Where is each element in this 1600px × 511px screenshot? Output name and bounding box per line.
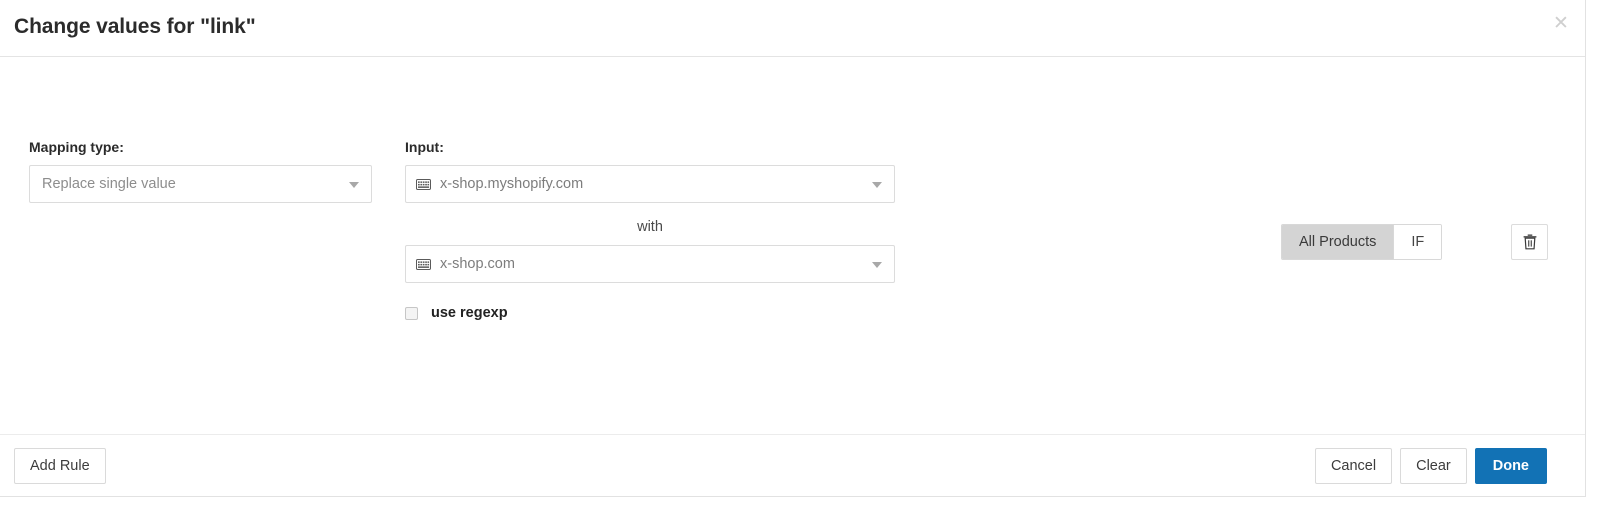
cancel-button[interactable]: Cancel — [1314, 448, 1393, 484]
input-to-value: x-shop.com — [440, 256, 515, 272]
keyboard-icon — [416, 258, 431, 270]
modal-body: Mapping type: Replace single value Input… — [0, 57, 1585, 434]
clear-button[interactable]: Clear — [1400, 448, 1467, 484]
scope-all-products-button[interactable]: All Products — [1282, 225, 1394, 259]
done-button[interactable]: Done — [1474, 448, 1547, 484]
mapping-type-group: Mapping type: Replace single value — [29, 139, 372, 203]
chevron-down-icon — [349, 182, 359, 188]
delete-rule-button[interactable] — [1511, 224, 1548, 260]
use-regexp-row: use regexp — [405, 305, 895, 321]
close-icon[interactable]: ✕ — [1549, 12, 1573, 36]
input-label: Input: — [405, 139, 444, 155]
input-from-field[interactable]: x-shop.myshopify.com — [405, 165, 895, 203]
mapping-type-label: Mapping type: — [29, 139, 124, 155]
add-rule-button[interactable]: Add Rule — [14, 448, 106, 484]
input-from-value: x-shop.myshopify.com — [440, 176, 584, 192]
use-regexp-checkbox[interactable] — [405, 306, 418, 320]
chevron-down-icon — [872, 182, 882, 188]
modal-footer: Add Rule Cancel Clear Done — [0, 434, 1585, 496]
use-regexp-label[interactable]: use regexp — [431, 305, 508, 321]
scope-toggle-group: All Products IF — [1281, 224, 1443, 260]
mapping-type-value: Replace single value — [42, 176, 176, 192]
mapping-type-select[interactable]: Replace single value — [29, 165, 372, 203]
chevron-down-icon — [872, 262, 882, 268]
input-to-field[interactable]: x-shop.com — [405, 245, 895, 283]
page-title: Change values for "link" — [14, 15, 256, 38]
scope-if-button[interactable]: IF — [1393, 225, 1442, 259]
with-label: with — [637, 219, 663, 235]
trash-icon — [1523, 234, 1536, 250]
change-values-modal: Change values for "link" ✕ Mapping type:… — [0, 0, 1600, 511]
modal-header: Change values for "link" ✕ — [0, 0, 1585, 57]
input-group: Input: x-shop.myshopify.com with x-shop.… — [405, 139, 895, 321]
footer-actions: Cancel Clear Done — [1314, 448, 1547, 484]
keyboard-icon — [416, 178, 431, 190]
modal-inner: Change values for "link" ✕ Mapping type:… — [0, 0, 1586, 497]
